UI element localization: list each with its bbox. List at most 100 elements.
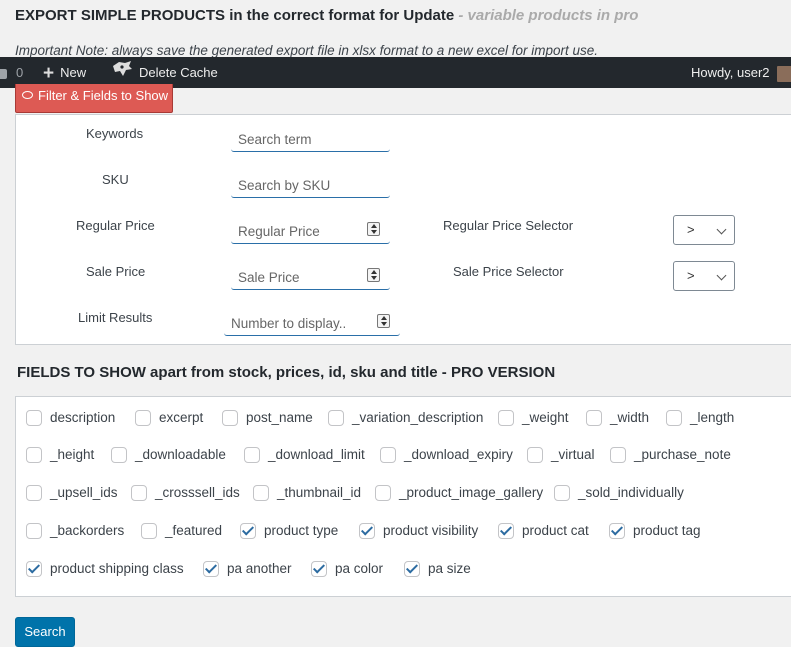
field-checkbox[interactable]: _thumbnail_id	[253, 484, 361, 504]
howdy-label: Howdy, user2	[691, 65, 770, 80]
page-title: EXPORT SIMPLE PRODUCTS in the correct fo…	[15, 7, 638, 24]
chevron-down-icon	[716, 224, 727, 235]
checkbox-icon[interactable]	[141, 523, 157, 539]
checkbox-checked-icon[interactable]	[404, 561, 420, 577]
sku-input[interactable]	[231, 171, 390, 198]
field-checkbox[interactable]: _featured	[141, 522, 222, 542]
field-checkbox[interactable]: product visibility	[359, 522, 478, 542]
limit-results-input[interactable]	[224, 309, 400, 336]
field-checkbox[interactable]: _sold_individually	[554, 484, 684, 504]
field-checkbox[interactable]: _purchase_note	[610, 446, 731, 466]
field-checkbox[interactable]: _length	[666, 409, 734, 429]
checkbox-checked-icon[interactable]	[609, 523, 625, 539]
field-checkbox[interactable]: pa color	[311, 560, 383, 580]
field-checkbox[interactable]: product tag	[609, 522, 701, 542]
field-checkbox[interactable]: excerpt	[135, 409, 203, 429]
field-checkbox[interactable]: _width	[586, 409, 649, 429]
checkbox-icon[interactable]	[26, 447, 42, 463]
field-checkbox[interactable]: product type	[240, 522, 338, 542]
limit-results-label: Limit Results	[78, 310, 153, 325]
field-checkbox-label: excerpt	[159, 410, 204, 425]
checkbox-icon[interactable]	[253, 485, 269, 501]
field-checkbox[interactable]: _product_image_gallery	[375, 484, 543, 504]
checkbox-icon[interactable]	[135, 410, 151, 426]
fields-panel: description excerpt post_name _variation_de…	[15, 396, 791, 597]
checkbox-checked-icon[interactable]	[311, 561, 327, 577]
field-checkbox-label: _product_image_gallery	[399, 485, 544, 500]
field-checkbox[interactable]: post_name	[222, 409, 313, 429]
checkbox-checked-icon[interactable]	[359, 523, 375, 539]
regular-price-spinner[interactable]	[367, 222, 380, 236]
page-title-pro: - variable products in pro	[454, 7, 639, 24]
regular-price-selector[interactable]: >	[673, 215, 735, 245]
checkbox-icon[interactable]	[26, 410, 42, 426]
field-checkbox-label: product visibility	[383, 523, 479, 538]
filter-panel: Keywords SKU Regular Price Regular Price…	[15, 114, 791, 345]
field-checkbox-label: pa another	[227, 561, 292, 576]
checkbox-icon[interactable]	[527, 447, 543, 463]
sku-label: SKU	[102, 172, 129, 187]
checkbox-checked-icon[interactable]	[26, 561, 42, 577]
keywords-input[interactable]	[231, 125, 390, 152]
checkbox-icon[interactable]	[554, 485, 570, 501]
fields-section-title: FIELDS TO SHOW apart from stock, prices,…	[17, 364, 556, 381]
sale-price-selector-value: >	[687, 268, 695, 283]
checkbox-icon[interactable]	[586, 410, 602, 426]
field-checkbox[interactable]: _weight	[498, 409, 569, 429]
field-checkbox-label: _variation_description	[352, 410, 484, 425]
checkbox-checked-icon[interactable]	[240, 523, 256, 539]
field-checkbox[interactable]: _height	[26, 446, 94, 466]
checkbox-icon[interactable]	[380, 447, 396, 463]
checkbox-icon[interactable]	[26, 523, 42, 539]
field-checkbox[interactable]: _downloadable	[111, 446, 226, 466]
field-checkbox-label: _width	[610, 410, 650, 425]
field-checkbox[interactable]: _upsell_ids	[26, 484, 118, 504]
checkbox-icon[interactable]	[498, 410, 514, 426]
checkbox-checked-icon[interactable]	[203, 561, 219, 577]
field-checkbox[interactable]: _download_expiry	[380, 446, 513, 466]
field-checkbox-label: _backorders	[50, 523, 125, 538]
field-checkbox-label: _height	[50, 447, 95, 462]
field-checkbox-label: product type	[264, 523, 339, 538]
checkbox-icon[interactable]	[111, 447, 127, 463]
checkbox-icon[interactable]	[131, 485, 147, 501]
field-checkbox[interactable]: product shipping class	[26, 560, 184, 580]
checkbox-icon[interactable]	[244, 447, 260, 463]
field-checkbox-label: product shipping class	[50, 561, 184, 576]
field-checkbox[interactable]: _virtual	[527, 446, 595, 466]
plus-icon: +	[43, 63, 55, 84]
my-account-link[interactable]: Howdy, user2	[691, 57, 791, 88]
field-checkbox-label: product cat	[522, 523, 589, 538]
field-checkbox-label: _crosssell_ids	[155, 485, 240, 500]
checkbox-checked-icon[interactable]	[498, 523, 514, 539]
checkbox-icon[interactable]	[610, 447, 626, 463]
field-checkbox-label: post_name	[246, 410, 313, 425]
field-checkbox[interactable]: description	[26, 409, 115, 429]
sale-price-selector[interactable]: >	[673, 261, 735, 291]
field-checkbox-label: _downloadable	[135, 447, 226, 462]
important-note: Important Note: always save the generate…	[15, 43, 599, 58]
field-checkbox[interactable]: _backorders	[26, 522, 124, 542]
field-checkbox-label: _sold_individually	[578, 485, 684, 500]
field-checkbox[interactable]: pa size	[404, 560, 471, 580]
regular-price-selector-label: Regular Price Selector	[443, 218, 574, 233]
field-checkbox-label: pa color	[335, 561, 384, 576]
field-checkbox-label: _thumbnail_id	[277, 485, 362, 500]
checkbox-icon[interactable]	[26, 485, 42, 501]
field-checkbox[interactable]: pa another	[203, 560, 292, 580]
limit-results-spinner[interactable]	[377, 314, 390, 328]
checkbox-icon[interactable]	[666, 410, 682, 426]
keywords-label: Keywords	[86, 126, 144, 141]
checkbox-icon[interactable]	[328, 410, 344, 426]
search-button[interactable]: Search	[15, 617, 75, 647]
field-checkbox[interactable]: _variation_description	[328, 409, 483, 429]
checkbox-icon[interactable]	[375, 485, 391, 501]
checkbox-icon[interactable]	[222, 410, 238, 426]
field-checkbox[interactable]: _download_limit	[244, 446, 365, 466]
field-checkbox[interactable]: _crosssell_ids	[131, 484, 240, 504]
filter-fields-button[interactable]: Filter & Fields to Show	[15, 84, 173, 113]
avatar	[776, 65, 791, 82]
sale-price-spinner[interactable]	[367, 268, 380, 282]
field-checkbox[interactable]: product cat	[498, 522, 589, 542]
field-checkbox-label: _download_limit	[268, 447, 365, 462]
